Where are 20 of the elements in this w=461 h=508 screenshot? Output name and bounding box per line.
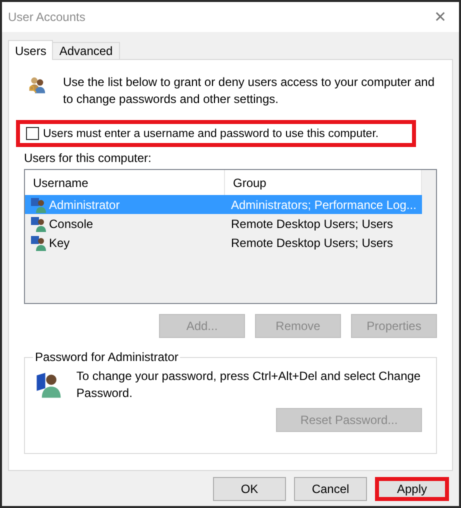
user-row[interactable]: Console Remote Desktop Users; Users — [25, 214, 422, 233]
dialog-button[interactable]: OK — [213, 477, 286, 501]
username-cell: Console — [49, 216, 94, 230]
group-title: Password for Administrator — [34, 350, 180, 364]
username-cell: Administrator — [49, 198, 120, 212]
tab[interactable]: Users — [8, 40, 54, 60]
close-button[interactable]: ✕ — [430, 8, 451, 26]
username-cell: Key — [49, 236, 70, 250]
dialog-button[interactable]: Cancel — [294, 477, 367, 501]
users-label: Users for this computer: — [24, 151, 152, 165]
intro-text: Use the list below to grant or deny users access to your computer and to change passwords and other settings. — [63, 74, 436, 108]
group-cell: Remote Desktop Users; Users — [231, 216, 394, 230]
group-cell: Remote Desktop Users; Users — [231, 236, 394, 250]
group-cell: Administrators; Performance Log... — [231, 198, 416, 212]
dialog-button[interactable]: Apply — [375, 477, 449, 501]
user-row[interactable]: Key Remote Desktop Users; Users — [25, 233, 422, 252]
password-text: To change your password, press Ctrl+Alt+Del and select Change Password. — [76, 368, 422, 402]
tab[interactable]: Advanced — [52, 42, 120, 60]
window-title: User Accounts — [8, 10, 86, 24]
checkbox-label: Users must enter a username and password to use this computer. — [43, 128, 379, 140]
